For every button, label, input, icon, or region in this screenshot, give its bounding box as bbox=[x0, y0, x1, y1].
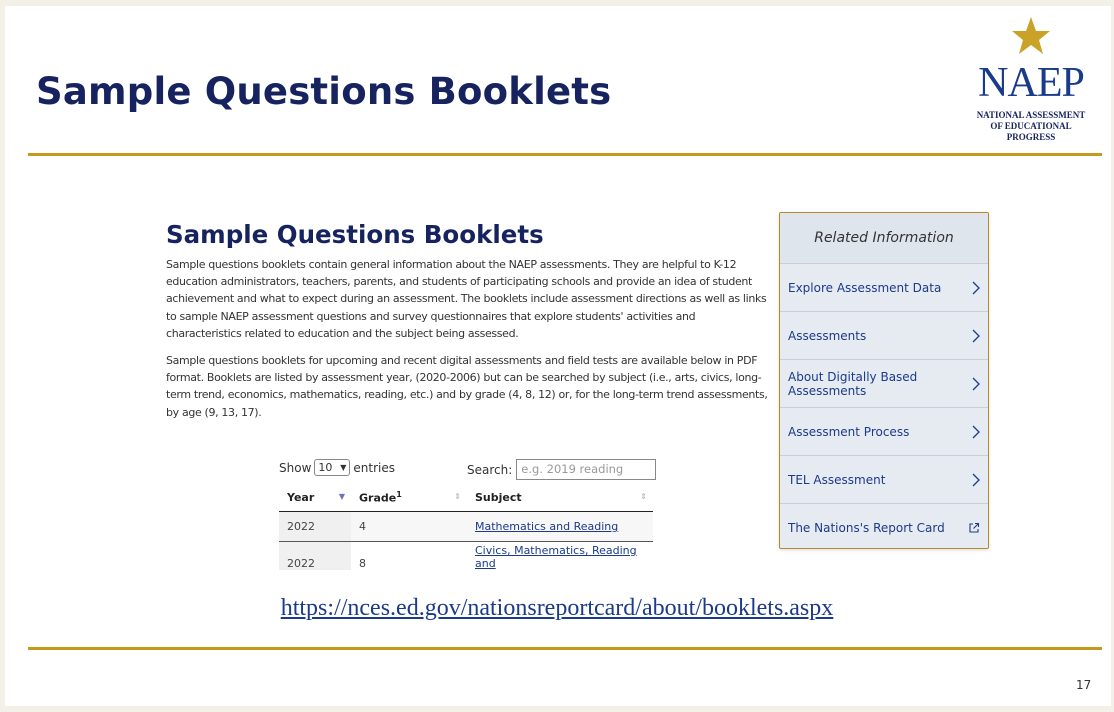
availability-paragraph: Sample questions booklets for upcoming a… bbox=[166, 354, 768, 419]
related-item-explore-assessment-data[interactable]: Explore Assessment Data bbox=[780, 264, 988, 312]
sort-icon: ⇕ bbox=[640, 492, 647, 501]
column-header-grade[interactable]: Grade1 ⇕ bbox=[351, 484, 467, 512]
logo-wordmark: NAEP bbox=[978, 60, 1085, 106]
search-input[interactable]: e.g. 2019 reading bbox=[516, 459, 657, 480]
logo-subtitle: NATIONAL ASSESSMENT OF EDUCATIONAL PROGR… bbox=[976, 110, 1086, 142]
column-header-subject[interactable]: Subject ⇕ bbox=[467, 484, 653, 512]
subject-cell: Civics, Mathematics, Reading and bbox=[467, 542, 653, 570]
chevron-right-icon bbox=[972, 329, 980, 342]
sort-desc-icon: ▼ bbox=[338, 492, 345, 501]
booklets-table: Year ▼ Grade1 ⇕ Subject ⇕ 2022 4 Mathema… bbox=[279, 484, 653, 570]
table-controls: Show 10 ▼ entries Search: e.g. 2019 read… bbox=[279, 457, 669, 481]
star-icon bbox=[1012, 17, 1050, 54]
subject-link[interactable]: Civics, Mathematics, Reading and bbox=[475, 544, 637, 570]
year-cell: 2022 bbox=[279, 541, 351, 570]
booklets-url-link[interactable]: https://nces.ed.gov/nationsreportcard/ab… bbox=[0, 595, 1114, 622]
related-information-heading: Related Information bbox=[780, 213, 988, 264]
top-divider bbox=[28, 153, 1102, 156]
chevron-right-icon bbox=[972, 377, 980, 390]
subject-cell: Mathematics and Reading bbox=[467, 511, 653, 542]
naep-logo: NAEP NATIONAL ASSESSMENT OF EDUCATIONAL … bbox=[961, 12, 1101, 162]
chevron-down-icon: ▼ bbox=[340, 463, 347, 472]
chevron-right-icon bbox=[972, 425, 980, 438]
grade-cell: 8 bbox=[359, 557, 366, 570]
chevron-right-icon bbox=[972, 281, 980, 294]
external-link-icon bbox=[969, 522, 980, 533]
table-row: 2022 4 Mathematics and Reading bbox=[279, 511, 653, 542]
chevron-right-icon bbox=[972, 473, 980, 486]
slide-title: Sample Questions Booklets bbox=[36, 70, 612, 113]
page-number: 17 bbox=[1076, 678, 1092, 692]
subject-link[interactable]: Mathematics and Reading bbox=[475, 520, 618, 533]
entries-select[interactable]: 10 ▼ bbox=[314, 459, 351, 476]
related-item-nations-report-card[interactable]: The Nations's Report Card bbox=[780, 504, 988, 551]
bottom-divider bbox=[28, 647, 1102, 650]
related-item-digitally-based-assessments[interactable]: About Digitally Based Assessments bbox=[780, 360, 988, 408]
related-information-panel: Related Information Explore Assessment D… bbox=[779, 212, 989, 549]
embedded-screenshot: Sample Questions Booklets Sample questio… bbox=[166, 220, 771, 570]
year-cell: 2022 bbox=[279, 511, 351, 542]
embed-page-title: Sample Questions Booklets bbox=[166, 220, 544, 249]
search-control: Search: e.g. 2019 reading bbox=[467, 459, 657, 480]
sort-icon: ⇕ bbox=[454, 492, 461, 501]
grade-cell: 4 bbox=[351, 511, 467, 542]
intro-paragraph: Sample questions booklets contain genera… bbox=[166, 258, 767, 340]
table-row: 2022 8 Civics, Mathematics, Reading and bbox=[279, 541, 653, 570]
column-header-year[interactable]: Year ▼ bbox=[279, 484, 351, 512]
entries-control: Show 10 ▼ entries bbox=[279, 459, 395, 476]
related-item-tel-assessment[interactable]: TEL Assessment bbox=[780, 456, 988, 504]
related-item-assessment-process[interactable]: Assessment Process bbox=[780, 408, 988, 456]
related-item-assessments[interactable]: Assessments bbox=[780, 312, 988, 360]
